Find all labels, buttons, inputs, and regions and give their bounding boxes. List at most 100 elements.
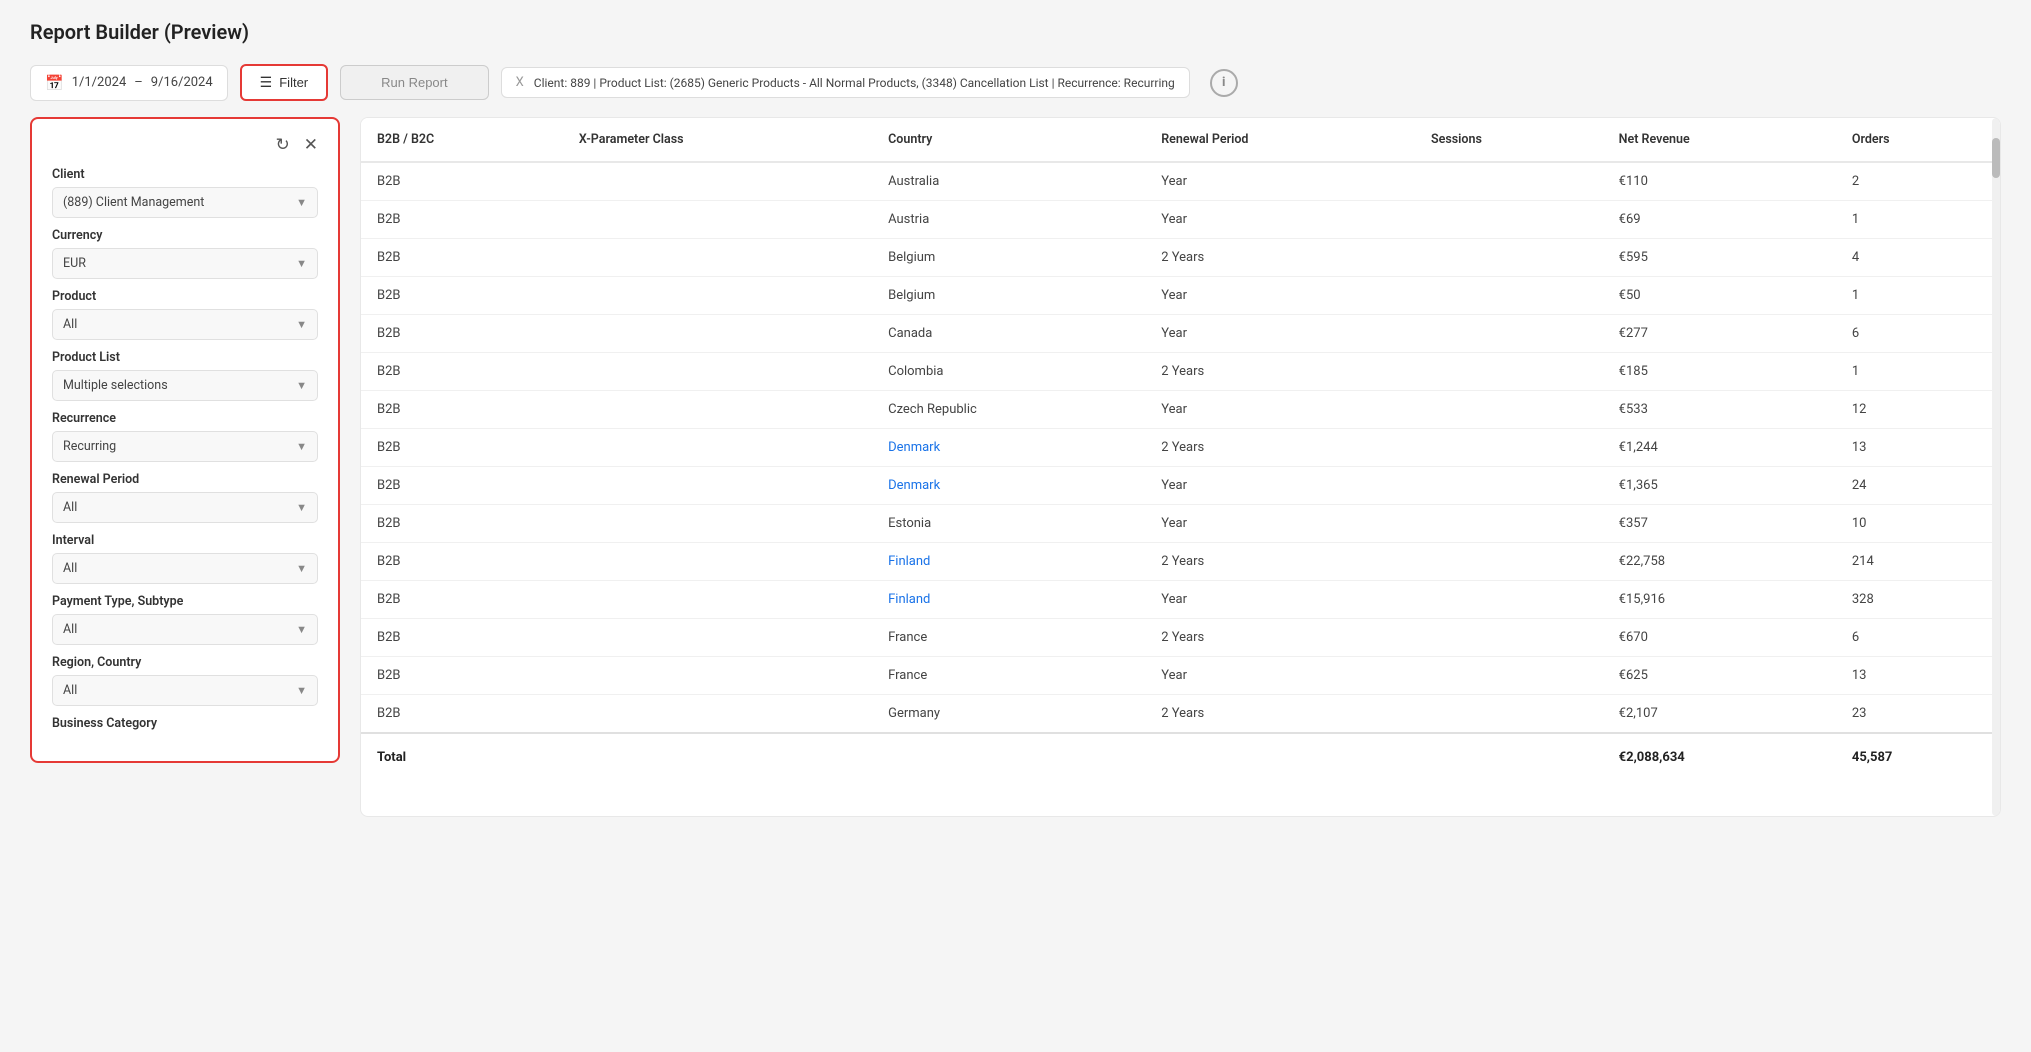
calendar-icon: 📅 [45, 74, 64, 92]
col-header-renewal-period: Renewal Period [1145, 118, 1415, 162]
cell-renewal-period: 2 Years [1145, 619, 1415, 657]
filter-section-payment-type: Payment Type, Subtype All ▼ [52, 594, 318, 645]
cell-country[interactable]: Denmark [872, 467, 1145, 505]
cell-x-param [563, 543, 872, 581]
cell-orders: 1 [1836, 201, 2000, 239]
filter-label-currency: Currency [52, 228, 318, 243]
filter-select-interval[interactable]: All ▼ [52, 553, 318, 584]
filter-label-product: Product [52, 289, 318, 304]
cell-sessions [1415, 315, 1603, 353]
cell-net-revenue: €1,244 [1603, 429, 1836, 467]
chevron-down-icon: ▼ [296, 318, 307, 331]
cell-b2b-b2c: B2B [361, 277, 563, 315]
run-report-button[interactable]: Run Report [340, 65, 488, 100]
cell-orders: 214 [1836, 543, 2000, 581]
close-filter-icon[interactable]: X [516, 75, 524, 90]
cell-orders: 328 [1836, 581, 2000, 619]
cell-country: France [872, 657, 1145, 695]
table-row: B2B France Year €625 13 [361, 657, 2000, 695]
page-container: Report Builder (Preview) 📅 1/1/2024 – 9/… [0, 0, 2031, 1052]
report-table: B2B / B2C X-Parameter Class Country Rene… [361, 118, 2000, 781]
info-button[interactable]: i [1210, 69, 1238, 97]
filter-label-client: Client [52, 167, 318, 182]
cell-country: Belgium [872, 239, 1145, 277]
filter-section-region-country: Region, Country All ▼ [52, 655, 318, 706]
cell-sessions [1415, 543, 1603, 581]
cell-country: Colombia [872, 353, 1145, 391]
filter-icon: ☰ [260, 74, 273, 91]
total-empty-1 [563, 733, 872, 781]
filter-select-product-list[interactable]: Multiple selections ▼ [52, 370, 318, 401]
filter-section-client: Client (889) Client Management ▼ [52, 167, 318, 218]
total-label: Total [361, 733, 563, 781]
cell-b2b-b2c: B2B [361, 239, 563, 277]
close-filter-panel-button[interactable]: ✕ [304, 135, 318, 155]
cell-sessions [1415, 162, 1603, 201]
cell-country: Australia [872, 162, 1145, 201]
chevron-down-icon: ▼ [296, 379, 307, 392]
filter-select-product[interactable]: All ▼ [52, 309, 318, 340]
cell-country: Austria [872, 201, 1145, 239]
cell-x-param [563, 657, 872, 695]
reset-filter-button[interactable]: ↻ [276, 135, 290, 155]
cell-orders: 6 [1836, 619, 2000, 657]
filter-select-currency[interactable]: EUR ▼ [52, 248, 318, 279]
scrollbar-track[interactable] [1992, 118, 2000, 816]
filter-button[interactable]: ☰ Filter [240, 64, 328, 101]
table-row: B2B Estonia Year €357 10 [361, 505, 2000, 543]
table-row: B2B Germany 2 Years €2,107 23 [361, 695, 2000, 734]
cell-net-revenue: €110 [1603, 162, 1836, 201]
filter-value-interval: All [63, 561, 77, 576]
cell-x-param [563, 391, 872, 429]
cell-x-param [563, 695, 872, 734]
cell-renewal-period: Year [1145, 391, 1415, 429]
chevron-down-icon: ▼ [296, 623, 307, 636]
filter-value-region-country: All [63, 683, 77, 698]
filter-label-renewal-period: Renewal Period [52, 472, 318, 487]
cell-net-revenue: €277 [1603, 315, 1836, 353]
cell-net-revenue: €533 [1603, 391, 1836, 429]
active-filter-content: Client: 889 | Product List: (2685) Gener… [534, 76, 1175, 90]
filter-label-payment-type: Payment Type, Subtype [52, 594, 318, 609]
filter-value-renewal-period: All [63, 500, 77, 515]
filter-select-payment-type[interactable]: All ▼ [52, 614, 318, 645]
cell-x-param [563, 353, 872, 391]
cell-renewal-period: Year [1145, 201, 1415, 239]
filter-select-renewal-period[interactable]: All ▼ [52, 492, 318, 523]
filter-select-client[interactable]: (889) Client Management ▼ [52, 187, 318, 218]
cell-b2b-b2c: B2B [361, 581, 563, 619]
filter-section-product: Product All ▼ [52, 289, 318, 340]
cell-country[interactable]: Finland [872, 581, 1145, 619]
table-row: B2B France 2 Years €670 6 [361, 619, 2000, 657]
cell-country[interactable]: Finland [872, 543, 1145, 581]
chevron-down-icon: ▼ [296, 440, 307, 453]
cell-renewal-period: 2 Years [1145, 353, 1415, 391]
table-row: B2B Austria Year €69 1 [361, 201, 2000, 239]
cell-net-revenue: €670 [1603, 619, 1836, 657]
cell-renewal-period: Year [1145, 277, 1415, 315]
chevron-down-icon: ▼ [296, 257, 307, 270]
cell-sessions [1415, 353, 1603, 391]
table-row: B2B Canada Year €277 6 [361, 315, 2000, 353]
cell-renewal-period: Year [1145, 657, 1415, 695]
cell-x-param [563, 581, 872, 619]
filter-panel-header: ↻ ✕ [52, 135, 318, 155]
filter-section-product-list: Product List Multiple selections ▼ [52, 350, 318, 401]
cell-country[interactable]: Denmark [872, 429, 1145, 467]
cell-orders: 12 [1836, 391, 2000, 429]
page-title: Report Builder (Preview) [30, 20, 2001, 44]
date-range[interactable]: 📅 1/1/2024 – 9/16/2024 [30, 65, 228, 101]
filter-select-region-country[interactable]: All ▼ [52, 675, 318, 706]
cell-net-revenue: €69 [1603, 201, 1836, 239]
cell-renewal-period: Year [1145, 505, 1415, 543]
filter-section-currency: Currency EUR ▼ [52, 228, 318, 279]
filter-select-recurrence[interactable]: Recurring ▼ [52, 431, 318, 462]
cell-renewal-period: 2 Years [1145, 543, 1415, 581]
cell-net-revenue: €595 [1603, 239, 1836, 277]
cell-sessions [1415, 239, 1603, 277]
cell-renewal-period: Year [1145, 467, 1415, 505]
scrollbar-thumb[interactable] [1992, 138, 2000, 178]
filter-value-payment-type: All [63, 622, 77, 637]
cell-orders: 24 [1836, 467, 2000, 505]
cell-b2b-b2c: B2B [361, 353, 563, 391]
